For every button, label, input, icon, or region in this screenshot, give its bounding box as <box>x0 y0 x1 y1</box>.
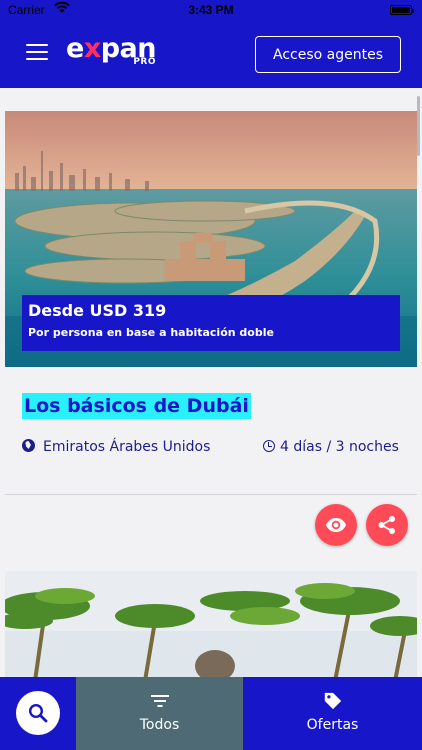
view-button[interactable] <box>315 504 357 546</box>
filter-icon <box>150 695 169 707</box>
scrollbar[interactable] <box>417 96 420 156</box>
tab-ofertas[interactable]: Ofertas <box>243 677 422 750</box>
palm-trees-image <box>5 571 417 681</box>
tour-title[interactable]: Los básicos de Dubái <box>22 393 251 419</box>
tab-todos[interactable]: Todos <box>76 677 243 750</box>
location-text: Emiratos Árabes Unidos <box>43 439 211 455</box>
app-header: Carrier 3:43 PM expan PRO Acceso agentes <box>0 0 422 88</box>
tour-card[interactable]: Desde USD 319 Por persona en base a habi… <box>5 111 417 495</box>
status-bar: Carrier 3:43 PM <box>0 0 422 22</box>
tab-ofertas-label: Ofertas <box>306 717 359 733</box>
bottom-nav: Todos Ofertas <box>0 677 422 750</box>
status-time: 3:43 PM <box>188 3 234 17</box>
clock-icon <box>263 440 275 452</box>
price-note: Por persona en base a habitación doble <box>28 326 274 339</box>
tag-icon <box>324 692 341 710</box>
eye-icon <box>326 518 346 532</box>
menu-button[interactable] <box>26 44 48 62</box>
share-button[interactable] <box>366 504 408 546</box>
agents-access-button[interactable]: Acceso agentes <box>255 36 401 73</box>
tab-todos-label: Todos <box>139 717 180 733</box>
duration-text: 4 días / 3 noches <box>280 439 399 455</box>
dubai-palm-image: Desde USD 319 Por persona en base a habi… <box>5 111 417 367</box>
battery-icon <box>390 5 414 15</box>
card-divider <box>5 494 417 495</box>
price-banner: Desde USD 319 Por persona en base a habi… <box>22 295 400 351</box>
tour-card-image[interactable] <box>5 571 417 681</box>
tour-duration: 4 días / 3 noches <box>263 437 399 458</box>
search-button[interactable] <box>16 691 60 735</box>
logo-pro-label: PRO <box>133 57 156 67</box>
expan-logo: expan PRO <box>66 33 157 67</box>
globe-icon <box>22 439 35 452</box>
price-label: Desde USD 319 <box>28 301 167 320</box>
tour-location: Emiratos Árabes Unidos <box>22 437 212 458</box>
search-icon <box>28 703 48 723</box>
share-icon <box>378 516 395 534</box>
